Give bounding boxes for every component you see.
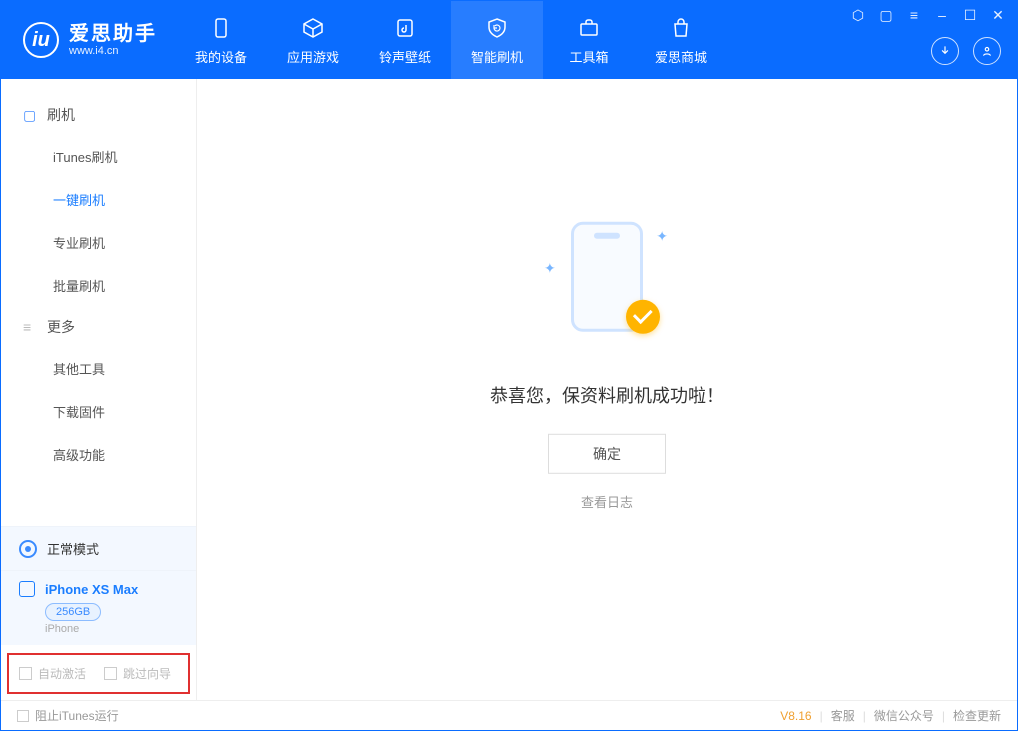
tab-store[interactable]: 爱思商城 — [635, 1, 727, 79]
user-button[interactable] — [973, 37, 1001, 65]
sparkle-icon: ✦ — [656, 227, 668, 244]
briefcase-icon — [576, 15, 602, 41]
tab-apps[interactable]: 应用游戏 — [267, 1, 359, 79]
cube-icon — [300, 15, 326, 41]
download-button[interactable] — [931, 37, 959, 65]
main-tabs: 我的设备 应用游戏 铃声壁纸 智能刷机 工具箱 爱思商城 — [175, 1, 727, 79]
tab-ringtone[interactable]: 铃声壁纸 — [359, 1, 451, 79]
wechat-link[interactable]: 微信公众号 — [874, 707, 934, 724]
view-log-link[interactable]: 查看日志 — [581, 494, 633, 509]
window-controls: ⬡ ▢ ≡ – ☐ ✕ — [849, 7, 1007, 24]
menu-icon[interactable]: ≡ — [905, 7, 923, 24]
sidebar-item-itunes-flash[interactable]: iTunes刷机 — [1, 135, 196, 178]
close-icon[interactable]: ✕ — [989, 7, 1007, 24]
device-panel[interactable]: iPhone XS Max 256GB iPhone — [1, 571, 196, 645]
tab-label: 铃声壁纸 — [379, 47, 431, 66]
sidebar-item-advanced[interactable]: 高级功能 — [1, 433, 196, 476]
checkbox-block-itunes[interactable]: 阻止iTunes运行 — [17, 707, 119, 724]
list-icon: ≡ — [23, 319, 37, 335]
device-type: iPhone — [45, 623, 178, 635]
tab-label: 工具箱 — [569, 47, 608, 66]
header: iu 爱思助手 www.i4.cn 我的设备 应用游戏 铃声壁纸 智能刷机 工具… — [1, 1, 1017, 79]
sidebar-item-batch-flash[interactable]: 批量刷机 — [1, 264, 196, 307]
device-phone-icon — [19, 581, 35, 597]
flash-options-highlight: 自动激活 跳过向导 — [7, 653, 190, 694]
success-illustration: ✦ ✦ — [552, 221, 662, 351]
sidebar-item-oneclick-flash[interactable]: 一键刷机 — [1, 178, 196, 221]
sparkle-icon: ✦ — [544, 259, 556, 276]
version-label: V8.16 — [780, 709, 811, 723]
maximize-icon[interactable]: ☐ — [961, 7, 979, 24]
success-check-icon — [626, 299, 660, 333]
tab-label: 智能刷机 — [471, 47, 523, 66]
minimize-icon[interactable]: – — [933, 7, 951, 24]
group-label: 更多 — [47, 317, 75, 337]
tab-label: 我的设备 — [195, 47, 247, 66]
support-link[interactable]: 客服 — [831, 707, 855, 724]
sidebar-item-firmware[interactable]: 下载固件 — [1, 390, 196, 433]
mode-indicator[interactable]: 正常模式 — [1, 526, 196, 571]
music-icon — [392, 15, 418, 41]
tab-label: 爱思商城 — [655, 47, 707, 66]
sidebar-group-more: ≡ 更多 — [1, 307, 196, 347]
checkbox-label: 阻止iTunes运行 — [35, 707, 119, 724]
app-subtitle: www.i4.cn — [69, 45, 157, 57]
main-content: ✦ ✦ 恭喜您，保资料刷机成功啦！ 确定 查看日志 — [197, 79, 1017, 700]
tab-flash[interactable]: 智能刷机 — [451, 1, 543, 79]
tab-toolbox[interactable]: 工具箱 — [543, 1, 635, 79]
logo: iu 爱思助手 www.i4.cn — [1, 22, 175, 58]
note-icon[interactable]: ▢ — [877, 7, 895, 24]
checkbox-skip-guide[interactable]: 跳过向导 — [104, 665, 171, 682]
phone-icon — [208, 15, 234, 41]
mode-dot-icon — [19, 540, 37, 558]
sidebar-item-pro-flash[interactable]: 专业刷机 — [1, 221, 196, 264]
sidebar-group-flash: ▢ 刷机 — [1, 95, 196, 135]
sidebar-item-other-tools[interactable]: 其他工具 — [1, 347, 196, 390]
app-logo-icon: iu — [23, 22, 59, 58]
bag-icon — [668, 15, 694, 41]
footer: 阻止iTunes运行 V8.16 | 客服 | 微信公众号 | 检查更新 — [1, 700, 1017, 730]
phone-small-icon: ▢ — [23, 107, 37, 124]
checkbox-label: 自动激活 — [38, 665, 86, 682]
update-link[interactable]: 检查更新 — [953, 707, 1001, 724]
group-label: 刷机 — [47, 105, 75, 125]
shirt-icon[interactable]: ⬡ — [849, 7, 867, 24]
device-storage: 256GB — [45, 603, 101, 621]
tab-label: 应用游戏 — [287, 47, 339, 66]
checkbox-auto-activate[interactable]: 自动激活 — [19, 665, 86, 682]
device-name: iPhone XS Max — [45, 582, 138, 597]
sidebar: ▢ 刷机 iTunes刷机 一键刷机 专业刷机 批量刷机 ≡ 更多 其他工具 下… — [1, 79, 197, 700]
flash-result: ✦ ✦ 恭喜您，保资料刷机成功啦！ 确定 查看日志 — [407, 221, 807, 511]
ok-button[interactable]: 确定 — [548, 433, 666, 473]
checkbox-label: 跳过向导 — [123, 665, 171, 682]
result-message: 恭喜您，保资料刷机成功啦！ — [407, 381, 807, 407]
shield-refresh-icon — [484, 15, 510, 41]
mode-label: 正常模式 — [47, 539, 99, 558]
header-actions — [931, 37, 1001, 65]
tab-my-device[interactable]: 我的设备 — [175, 1, 267, 79]
app-title: 爱思助手 — [69, 23, 157, 45]
